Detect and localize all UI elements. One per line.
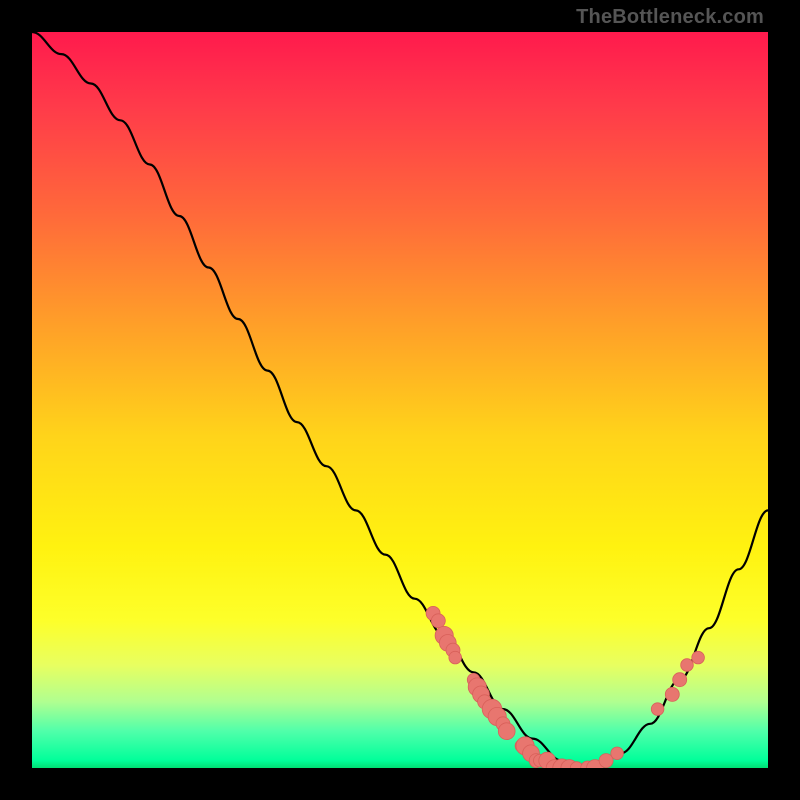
- dot: [673, 673, 687, 687]
- dot: [692, 651, 705, 664]
- dot: [665, 687, 679, 701]
- curve-svg: [32, 32, 768, 768]
- dot: [498, 723, 515, 740]
- bottleneck-curve: [32, 32, 768, 768]
- dot: [431, 614, 445, 628]
- plot-area: [32, 32, 768, 768]
- dot: [651, 703, 664, 716]
- dot: [611, 747, 624, 760]
- chart-container: TheBottleneck.com: [0, 0, 800, 800]
- dot: [681, 659, 694, 672]
- attribution-label: TheBottleneck.com: [576, 6, 764, 29]
- dot: [449, 651, 462, 664]
- highlight-dots: [426, 606, 704, 768]
